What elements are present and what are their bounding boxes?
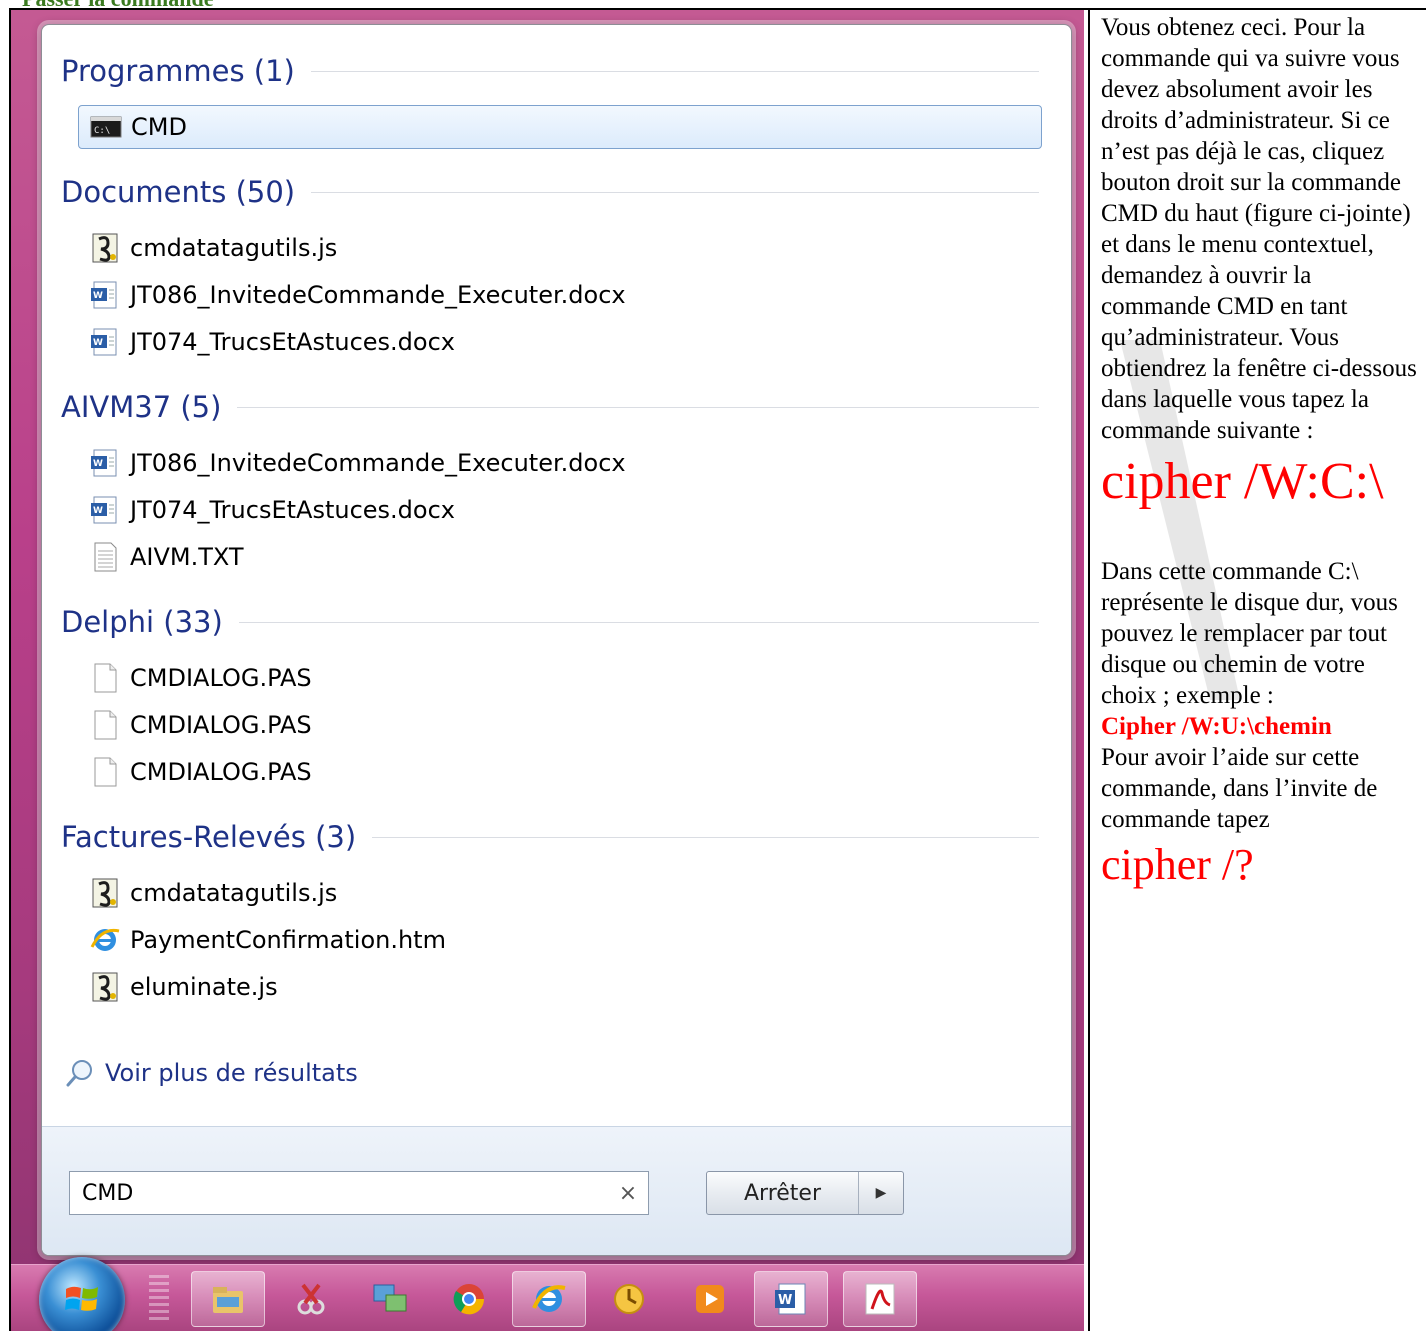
result-group-title[interactable]: Factures-Relevés (3) bbox=[61, 817, 1039, 857]
search-result-item[interactable]: eluminate.js bbox=[78, 965, 1008, 1009]
taskbar-outlook-icon[interactable] bbox=[592, 1271, 666, 1327]
internet-explorer-icon bbox=[88, 923, 122, 957]
search-result-item[interactable]: CMDIALOG.PAS bbox=[78, 703, 1008, 747]
taskbar-network-icon[interactable] bbox=[353, 1271, 427, 1327]
search-result-item[interactable]: W JT086_InvitedeCommande_Executer.docx bbox=[78, 441, 1008, 485]
search-result-label: PaymentConfirmation.htm bbox=[130, 926, 446, 954]
svg-text:W: W bbox=[93, 506, 103, 516]
text-file-icon bbox=[88, 540, 122, 574]
search-result-label: JT074_TrucsEtAstuces.docx bbox=[130, 328, 455, 356]
search-result-label: AIVM.TXT bbox=[130, 543, 244, 571]
instruction-paragraph-2: Dans cette commande C:\ représente le di… bbox=[1101, 558, 1398, 709]
result-group-title[interactable]: Documents (50) bbox=[61, 172, 1039, 212]
cipher-help-command: cipher /? bbox=[1101, 840, 1254, 889]
search-result-label: JT086_InvitedeCommande_Executer.docx bbox=[130, 281, 626, 309]
instruction-paragraph-1: Vous obtenez ceci. Pour la commande qui … bbox=[1101, 14, 1417, 444]
taskbar-word-icon[interactable]: W bbox=[754, 1271, 828, 1327]
see-more-results-label: Voir plus de résultats bbox=[105, 1059, 358, 1087]
search-input[interactable] bbox=[70, 1179, 608, 1207]
group-separator bbox=[372, 836, 1039, 838]
svg-text:W: W bbox=[93, 291, 103, 301]
search-result-label: JT074_TrucsEtAstuces.docx bbox=[130, 496, 455, 524]
blank-file-icon bbox=[88, 708, 122, 742]
shutdown-options-arrow-icon[interactable]: ▶ bbox=[858, 1172, 903, 1214]
result-group-label: AIVM37 (5) bbox=[61, 390, 222, 424]
word-document-icon: W bbox=[88, 278, 122, 312]
result-group-label: Documents (50) bbox=[61, 175, 296, 209]
taskbar-windows-explorer-icon[interactable] bbox=[191, 1271, 265, 1327]
table-border-middle bbox=[1088, 8, 1090, 1331]
result-group-label: Factures-Relevés (3) bbox=[61, 820, 357, 854]
script-file-icon bbox=[88, 970, 122, 1004]
search-result-item[interactable]: cmdatatagutils.js bbox=[78, 226, 1008, 270]
search-result-item[interactable]: CMDIALOG.PAS bbox=[78, 750, 1008, 794]
taskbar: W bbox=[11, 1257, 1084, 1331]
search-result-item[interactable]: W JT086_InvitedeCommande_Executer.docx bbox=[78, 273, 1008, 317]
svg-text:C:\: C:\ bbox=[94, 126, 110, 136]
search-field[interactable]: × bbox=[69, 1171, 649, 1215]
result-group-label: Delphi (33) bbox=[61, 605, 223, 639]
search-result-item[interactable]: C:\ CMD bbox=[78, 105, 1042, 149]
taskbar-chrome-icon[interactable] bbox=[432, 1271, 506, 1327]
search-result-item[interactable]: CMDIALOG.PAS bbox=[78, 656, 1008, 700]
search-result-label: CMDIALOG.PAS bbox=[130, 758, 312, 786]
search-result-label: CMD bbox=[131, 113, 187, 141]
result-group-title[interactable]: AIVM37 (5) bbox=[61, 387, 1039, 427]
clear-search-icon[interactable]: × bbox=[608, 1181, 648, 1206]
search-result-item[interactable]: W JT074_TrucsEtAstuces.docx bbox=[78, 488, 1008, 532]
group-separator bbox=[238, 621, 1039, 623]
blank-file-icon bbox=[88, 661, 122, 695]
start-menu-screenshot: Programmes (1) C:\ CMD Documents (50) cmdata… bbox=[11, 10, 1084, 1331]
svg-text:W: W bbox=[93, 338, 103, 348]
section-heading: Passer la commande bbox=[22, 0, 213, 8]
search-result-item[interactable]: AIVM.TXT bbox=[78, 535, 1008, 579]
instruction-paragraph-3: Pour avoir l’aide sur cette commande, da… bbox=[1101, 744, 1378, 833]
result-group-title[interactable]: Programmes (1) bbox=[61, 51, 1039, 91]
shutdown-button[interactable]: Arrêter ▶ bbox=[706, 1171, 904, 1215]
taskbar-media-player-icon[interactable] bbox=[673, 1271, 747, 1327]
group-separator bbox=[310, 70, 1039, 72]
cipher-example-command: Cipher /W:U:\chemin bbox=[1101, 713, 1332, 740]
group-separator bbox=[237, 406, 1039, 408]
taskbar-snipping-tool-icon[interactable] bbox=[274, 1271, 348, 1327]
word-document-icon: W bbox=[88, 325, 122, 359]
search-result-label: cmdatatagutils.js bbox=[130, 879, 338, 907]
taskbar-acrobat-icon[interactable] bbox=[843, 1271, 917, 1327]
instructions-text: Vous obtenez ceci. Pour la commande qui … bbox=[1101, 12, 1423, 891]
search-result-label: cmdatatagutils.js bbox=[130, 234, 338, 262]
result-group-title[interactable]: Delphi (33) bbox=[61, 602, 1039, 642]
group-separator bbox=[311, 191, 1039, 193]
see-more-results-link[interactable]: Voir plus de résultats bbox=[65, 1053, 358, 1093]
blank-file-icon bbox=[88, 755, 122, 789]
cmd-icon: C:\ bbox=[89, 110, 123, 144]
script-file-icon bbox=[88, 876, 122, 910]
word-document-icon: W bbox=[88, 446, 122, 480]
svg-text:W: W bbox=[778, 1293, 792, 1308]
search-result-item[interactable]: W JT074_TrucsEtAstuces.docx bbox=[78, 320, 1008, 364]
magnifier-icon bbox=[66, 1060, 92, 1087]
word-document-icon: W bbox=[88, 493, 122, 527]
search-result-label: JT086_InvitedeCommande_Executer.docx bbox=[130, 449, 626, 477]
search-result-item[interactable]: PaymentConfirmation.htm bbox=[78, 918, 1008, 962]
start-menu-panel: Programmes (1) C:\ CMD Documents (50) cmdata… bbox=[41, 24, 1072, 1256]
taskbar-grip[interactable] bbox=[149, 1275, 169, 1321]
search-result-item[interactable]: cmdatatagutils.js bbox=[78, 871, 1008, 915]
cipher-command: cipher /W:C:\ bbox=[1101, 453, 1384, 510]
taskbar-internet-explorer-icon[interactable] bbox=[512, 1271, 586, 1327]
search-result-label: CMDIALOG.PAS bbox=[130, 664, 312, 692]
windows-logo-icon bbox=[65, 1286, 98, 1311]
script-file-icon bbox=[88, 231, 122, 265]
search-result-label: eluminate.js bbox=[130, 973, 278, 1001]
start-orb-icon[interactable] bbox=[39, 1257, 125, 1331]
search-footer: × Arrêter ▶ bbox=[42, 1126, 1071, 1255]
search-results: Programmes (1) C:\ CMD Documents (50) cmdata… bbox=[42, 25, 1071, 1126]
search-result-label: CMDIALOG.PAS bbox=[130, 711, 312, 739]
result-group-label: Programmes (1) bbox=[61, 54, 295, 88]
shutdown-button-label: Arrêter bbox=[743, 1180, 821, 1206]
svg-text:W: W bbox=[93, 459, 103, 469]
